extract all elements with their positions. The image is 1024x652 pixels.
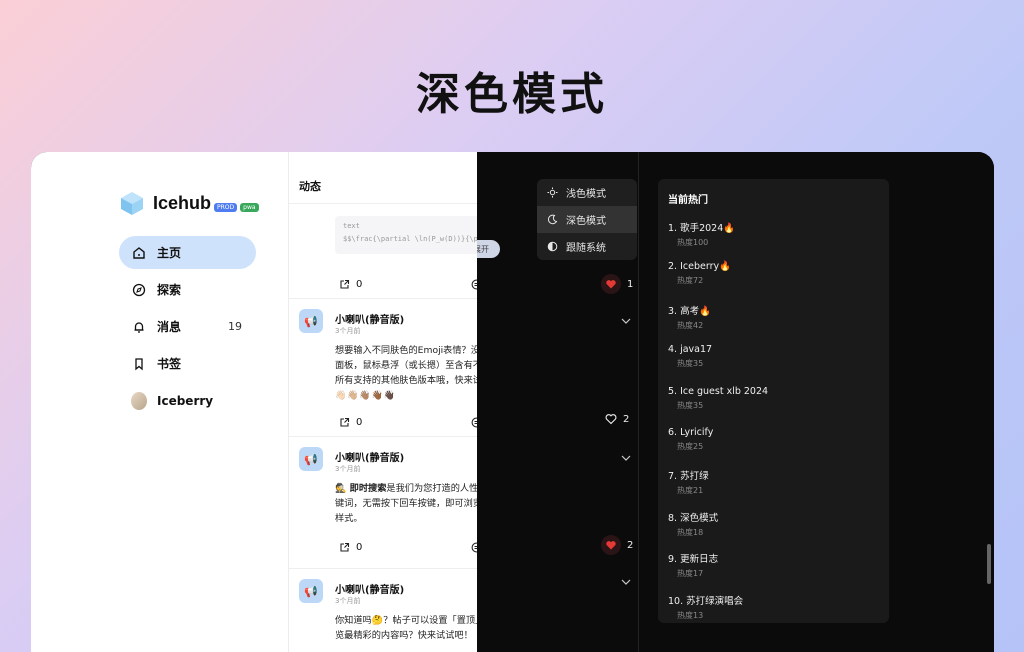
- page-title: 深色模式: [416, 69, 608, 120]
- bookmark-icon: [131, 356, 147, 372]
- post-actions: 0 0: [289, 274, 477, 294]
- bell-icon: [131, 319, 147, 335]
- megaphone-icon: 📢: [299, 447, 323, 471]
- post-card: 📢 小喇叭(静音版) 3个月前 想要输入不同肤色的Emoji表情？没问题！打开我…: [289, 298, 477, 434]
- trending-item[interactable]: 10. 苏打绿演唱会 热度13: [668, 593, 879, 634]
- app-window: Icehub PROD pwa 主页 探索 消息 19 书签 Iceberry …: [31, 152, 994, 652]
- post-body: 🕵️ 即时搜索是我们为您打造的人性化搜索功能，您只需要在搜索框输入关键词，无需按…: [335, 483, 477, 524]
- half-circle-icon: [547, 241, 558, 252]
- post-author[interactable]: 小喇叭(静音版): [335, 449, 404, 464]
- post-time: 3个月前: [335, 327, 361, 335]
- trending-panel: 当前热门 1. 歌手2024🔥 热度100 2. Iceberry🔥 热度72 3.…: [658, 179, 889, 623]
- share-icon: [340, 417, 350, 427]
- share-icon: [340, 542, 350, 552]
- feed-header: 动态: [289, 152, 477, 204]
- sidebar-item-label: 主页: [157, 246, 182, 260]
- avatar: [131, 391, 147, 410]
- sidebar: Icehub PROD pwa 主页 探索 消息 19 书签 Iceberry: [31, 152, 288, 652]
- chevron-down-icon[interactable]: [621, 455, 631, 461]
- code-block: text $$\frac{\partial \ln(P_w(D))}{\part…: [335, 216, 477, 254]
- post-actions: 0 0: [289, 537, 477, 557]
- sidebar-item-label: Iceberry: [157, 393, 214, 408]
- sidebar-item-home[interactable]: 主页: [119, 236, 256, 269]
- post-author[interactable]: 小喇叭(静音版): [335, 311, 404, 326]
- heart-filled-icon: [601, 274, 621, 294]
- like-button[interactable]: 2: [605, 413, 629, 425]
- moon-icon: [547, 214, 558, 225]
- sidebar-item-explore[interactable]: 探索: [119, 273, 256, 306]
- post-time: 3个月前: [335, 465, 361, 473]
- light-mode-pane: Icehub PROD pwa 主页 探索 消息 19 书签 Iceberry …: [31, 152, 477, 652]
- post-author[interactable]: 小喇叭(静音版): [335, 581, 404, 596]
- post-time: 3个月前: [335, 597, 361, 605]
- share-button[interactable]: 0: [339, 542, 362, 553]
- theme-light-option[interactable]: 浅色模式: [537, 179, 637, 206]
- post-actions: 0 0: [289, 412, 477, 432]
- home-icon: [131, 245, 147, 261]
- trending-item[interactable]: 7. 苏打绿 热度21: [668, 468, 879, 509]
- sidebar-item-bookmarks[interactable]: 书签: [119, 347, 256, 380]
- heart-filled-icon: [601, 535, 621, 555]
- sidebar-nav: 主页 探索 消息 19 书签 Iceberry: [119, 236, 256, 421]
- post-body: 想要输入不同肤色的Emoji表情？没问题！打开我们为您提供的表情选择面板，鼠标悬…: [335, 345, 477, 401]
- prod-badge: PROD: [214, 202, 238, 212]
- trending-item[interactable]: 5. Ice guest xlb 2024 热度35: [668, 386, 879, 427]
- post-body: 你知道吗🤔？帖子可以设置「置顶」哦，想让用户打开您的主页后即可阅览最精彩的内容吗…: [335, 615, 477, 641]
- compass-icon: [131, 282, 147, 298]
- sidebar-item-profile[interactable]: Iceberry: [119, 384, 256, 417]
- trending-item[interactable]: 9. 更新日志 热度17: [668, 551, 879, 592]
- like-button[interactable]: 1: [601, 274, 633, 294]
- trending-item[interactable]: 3. 高考🔥 热度42: [668, 303, 879, 344]
- logo-text: Icehub: [153, 192, 212, 213]
- share-button[interactable]: 0: [339, 417, 362, 428]
- sidebar-item-label: 探索: [157, 283, 182, 297]
- megaphone-icon: 📢: [299, 309, 323, 333]
- message-count: 19: [228, 320, 242, 333]
- trending-item[interactable]: 8. 深色模式 热度18: [668, 510, 879, 551]
- post-card: 📢 小喇叭(静音版) 3个月前 🕵️ 即时搜索是我们为您打造的人性化搜索功能，您…: [289, 436, 477, 568]
- megaphone-icon: 📢: [299, 579, 323, 603]
- emoji-row: 👋🏻👋🏼👋🏽👋🏾👋🏿: [335, 391, 397, 401]
- like-button[interactable]: 2: [601, 535, 633, 555]
- dark-mode-pane: 展开 浅色模式 深色模式 跟随系统 1: [477, 152, 994, 652]
- scrollbar-thumb[interactable]: [987, 544, 991, 584]
- sidebar-item-label: 消息: [157, 320, 182, 334]
- trending-item[interactable]: 2. Iceberry🔥 热度72: [668, 261, 879, 302]
- share-button[interactable]: 0: [339, 279, 362, 290]
- sidebar-item-label: 书签: [157, 357, 182, 371]
- chevron-down-icon[interactable]: [621, 579, 631, 585]
- expand-button[interactable]: 展开: [477, 240, 500, 258]
- sun-icon: [547, 187, 558, 198]
- theme-dark-option[interactable]: 深色模式: [537, 206, 637, 233]
- logo[interactable]: Icehub PROD pwa: [119, 190, 259, 216]
- pwa-badge: pwa: [240, 202, 259, 212]
- trending-title: 当前热门: [668, 195, 708, 206]
- post-card: 📢 小喇叭(静音版) 3个月前 你知道吗🤔？帖子可以设置「置顶」哦，想让用户打开…: [289, 568, 477, 652]
- share-icon: [340, 279, 350, 289]
- heart-outline-icon: [605, 414, 617, 425]
- theme-menu: 浅色模式 深色模式 跟随系统: [537, 179, 637, 260]
- theme-system-option[interactable]: 跟随系统: [537, 233, 637, 260]
- sidebar-item-messages[interactable]: 消息 19: [119, 310, 256, 343]
- ice-cube-icon: [121, 192, 143, 215]
- feed-dark: 展开 浅色模式 深色模式 跟随系统 1: [477, 152, 637, 652]
- chevron-down-icon[interactable]: [621, 318, 631, 324]
- column-divider: [638, 152, 639, 652]
- feed-light: 动态 text $$\frac{\partial \ln(P_w(D))}{\p…: [288, 152, 477, 652]
- trending-item[interactable]: 1. 歌手2024🔥 热度100: [668, 220, 879, 261]
- trending-item[interactable]: 4. java17 热度35: [668, 344, 879, 385]
- trending-item[interactable]: 6. Lyricify 热度25: [668, 427, 879, 468]
